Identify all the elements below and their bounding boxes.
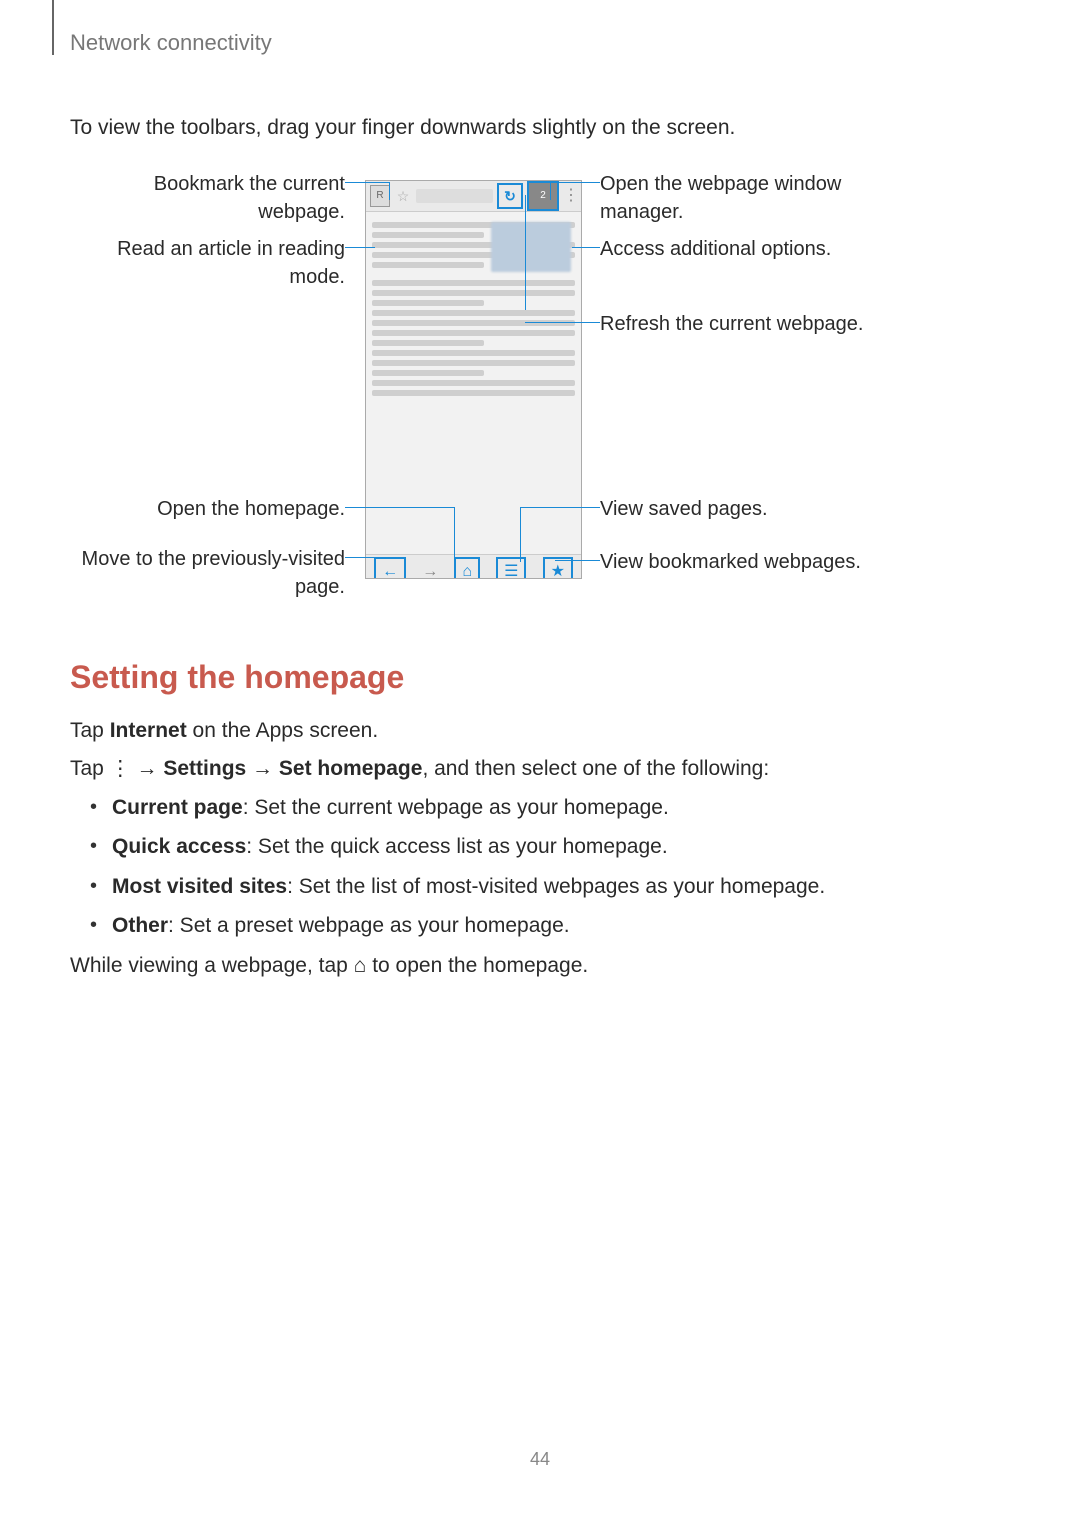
webpage-body-blur [366, 212, 581, 554]
callout-text: View bookmarked webpages. [600, 551, 861, 573]
windows-icon: 2 [527, 181, 559, 211]
option-title: Other [112, 914, 168, 937]
running-header: Network connectivity [70, 28, 272, 59]
browser-diagram: R ☆ ↻ 2 ⋮ ← → [70, 160, 1010, 615]
app-name: Internet [110, 719, 187, 742]
option-title: Most visited sites [112, 875, 287, 898]
callout-homepage: Open the homepage. [70, 495, 345, 523]
intro-paragraph: To view the toolbars, drag your finger d… [70, 113, 1010, 142]
callout-text: Access additional options. [600, 238, 831, 260]
callout-saved: View saved pages. [600, 495, 900, 523]
callout-bookmark: Bookmark the current webpage. [70, 170, 345, 226]
margin-rule [52, 0, 54, 55]
callout-text: Open the webpage window manager. [600, 173, 841, 223]
page-number: 44 [0, 1447, 1080, 1472]
section-heading: Setting the homepage [70, 655, 1010, 700]
back-icon: ← [374, 557, 406, 579]
phone-mockup: R ☆ ↻ 2 ⋮ ← → [365, 180, 582, 579]
option-item: Quick access: Set the quick access list … [90, 832, 1010, 861]
forward-icon: → [422, 561, 438, 579]
paragraph-final: While viewing a webpage, tap ⌂ to open t… [70, 951, 1010, 980]
paragraph-path: Tap ⋮ → Settings → Set homepage, and the… [70, 754, 1010, 783]
callout-bookmarks: View bookmarked webpages. [600, 548, 920, 576]
callout-text: Read an article in reading mode. [117, 238, 345, 288]
page-content: To view the toolbars, drag your finger d… [70, 105, 1010, 988]
option-title: Current page [112, 796, 243, 819]
reader-mode-icon: R [370, 185, 390, 207]
text: Tap [70, 719, 110, 742]
callout-reading: Read an article in reading mode. [70, 235, 345, 291]
text: While viewing a webpage, tap [70, 954, 354, 977]
callout-refresh: Refresh the current webpage. [600, 310, 900, 338]
arrow: → [131, 757, 164, 780]
text: Tap [70, 757, 110, 780]
option-title: Quick access [112, 835, 246, 858]
option-item: Other: Set a preset webpage as your home… [90, 911, 1010, 940]
options-list: Current page: Set the current webpage as… [70, 793, 1010, 941]
option-item: Current page: Set the current webpage as… [90, 793, 1010, 822]
callout-text: Open the homepage. [157, 498, 345, 520]
saved-pages-icon: ☰ [496, 557, 526, 579]
home-icon: ⌂ [354, 954, 367, 977]
callout-windows: Open the webpage window manager. [600, 170, 900, 226]
browser-bottombar: ← → ⌂ ☰ ★ [366, 554, 581, 579]
option-desc: : Set a preset webpage as your homepage. [168, 914, 570, 937]
option-desc: : Set the quick access list as your home… [246, 835, 667, 858]
browser-topbar: R ☆ ↻ 2 ⋮ [366, 181, 581, 212]
paragraph-app: Tap Internet on the Apps screen. [70, 716, 1010, 745]
callout-text: Move to the previously-visited page. [82, 548, 345, 598]
more-icon: ⋮ [110, 757, 131, 780]
option-desc: : Set the list of most-visited webpages … [287, 875, 825, 898]
url-bar [416, 189, 493, 203]
option-desc: : Set the current webpage as your homepa… [243, 796, 669, 819]
callout-text: Refresh the current webpage. [600, 313, 864, 335]
callout-text: View saved pages. [600, 498, 768, 520]
more-options-icon: ⋮ [563, 186, 577, 206]
arrow: → [246, 757, 279, 780]
text: to open the homepage. [366, 954, 588, 977]
option-item: Most visited sites: Set the list of most… [90, 872, 1010, 901]
menu-settings: Settings [163, 757, 246, 780]
callout-text: Bookmark the current webpage. [154, 173, 345, 223]
menu-set-homepage: Set homepage [279, 757, 423, 780]
home-icon: ⌂ [454, 557, 480, 579]
refresh-icon: ↻ [497, 183, 523, 209]
bookmark-star-icon: ☆ [394, 186, 412, 206]
callout-options: Access additional options. [600, 235, 900, 263]
text: , and then select one of the following: [422, 757, 769, 780]
callout-back: Move to the previously-visited page. [70, 545, 345, 601]
text: on the Apps screen. [187, 719, 378, 742]
